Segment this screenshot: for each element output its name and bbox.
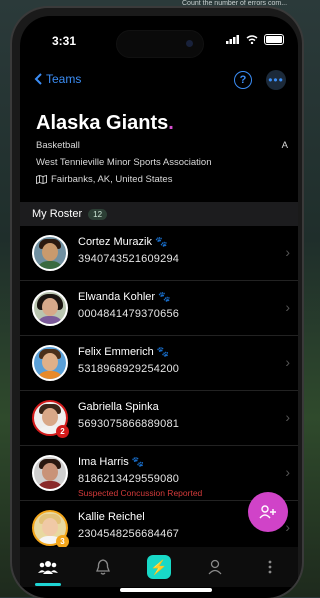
dynamic-island bbox=[116, 30, 204, 58]
signal-icon bbox=[226, 35, 239, 44]
more-tab[interactable] bbox=[255, 552, 285, 582]
avatar bbox=[32, 290, 68, 326]
app-screen: 3:31 Teams ? ••• Alaska Giants. Basketba… bbox=[20, 16, 298, 598]
status-icons bbox=[226, 34, 284, 45]
player-id: 5693075866889081 bbox=[78, 418, 180, 430]
team-sport: Basketball bbox=[36, 140, 80, 151]
camera-icon bbox=[186, 40, 193, 47]
action-tab[interactable]: ⚡ bbox=[144, 552, 174, 582]
avatar bbox=[32, 455, 68, 491]
team-title: Alaska Giants. bbox=[36, 112, 174, 135]
player-row[interactable]: Ima Harris 🐾 8186213429559080 Suspected C… bbox=[20, 446, 298, 501]
roster-header: My Roster 12 bbox=[20, 202, 298, 226]
battery-icon bbox=[264, 34, 284, 45]
team-association: West Tennieville Minor Sports Associatio… bbox=[36, 157, 212, 168]
team-location-text: Fairbanks, AK, United States bbox=[51, 174, 173, 185]
avatar bbox=[32, 235, 68, 271]
title-dot: . bbox=[168, 112, 174, 134]
team-name-text: Alaska Giants bbox=[36, 112, 169, 134]
team-location: Fairbanks, AK, United States bbox=[36, 174, 172, 185]
player-row[interactable]: Cortez Murazik 🐾 3940743521609294 › bbox=[20, 226, 298, 281]
player-id: 3940743521609294 bbox=[78, 253, 180, 265]
player-name: Gabriella Spinka bbox=[78, 401, 159, 413]
roster-title: My Roster bbox=[32, 208, 83, 220]
phone-frame: 3:31 Teams ? ••• Alaska Giants. Basketba… bbox=[12, 8, 302, 598]
player-name-text: Felix Emmerich bbox=[78, 346, 154, 358]
tab-bar: ⚡ bbox=[20, 547, 298, 587]
paw-icon: 🐾 bbox=[158, 291, 171, 303]
chevron-right-icon: › bbox=[285, 244, 290, 260]
team-tab[interactable] bbox=[33, 552, 63, 586]
player-row[interactable]: Felix Emmerich 🐾 5318968929254200 › bbox=[20, 336, 298, 391]
player-name-text: Ima Harris bbox=[78, 456, 129, 468]
nav-bar: Teams ? ••• bbox=[20, 70, 298, 94]
status-time: 3:31 bbox=[52, 34, 77, 48]
player-name: Cortez Murazik 🐾 bbox=[78, 236, 167, 248]
chevron-right-icon: › bbox=[285, 519, 290, 535]
chevron-right-icon: › bbox=[285, 299, 290, 315]
wifi-icon bbox=[246, 35, 258, 44]
player-name-text: Cortez Murazik bbox=[78, 236, 152, 248]
people-icon bbox=[37, 561, 58, 574]
player-name: Elwanda Kohler 🐾 bbox=[78, 291, 171, 303]
player-id: 0004841479370656 bbox=[78, 308, 180, 320]
back-button[interactable]: Teams bbox=[34, 72, 81, 86]
player-name-text: Gabriella Spinka bbox=[78, 401, 159, 413]
status-badge: 2 bbox=[56, 425, 69, 438]
player-name-text: Elwanda Kohler bbox=[78, 291, 156, 303]
player-row[interactable]: Elwanda Kohler 🐾 0004841479370656 › bbox=[20, 281, 298, 336]
paw-icon: 🐾 bbox=[131, 456, 145, 468]
player-name: Kallie Reichel bbox=[78, 511, 145, 523]
player-id: 8186213429559080 bbox=[78, 473, 180, 485]
home-indicator bbox=[120, 588, 212, 592]
vertical-ellipsis-icon bbox=[268, 560, 272, 574]
chevron-right-icon: › bbox=[285, 409, 290, 425]
lightning-icon: ⚡ bbox=[146, 555, 171, 579]
roster-count-badge: 12 bbox=[88, 208, 108, 220]
paw-icon: 🐾 bbox=[154, 236, 168, 248]
ellipsis-icon[interactable]: ••• bbox=[266, 70, 286, 90]
player-name: Ima Harris 🐾 bbox=[78, 456, 144, 468]
notifications-tab[interactable] bbox=[88, 552, 118, 582]
chevron-right-icon: › bbox=[285, 354, 290, 370]
map-icon bbox=[36, 175, 47, 184]
back-label: Teams bbox=[46, 72, 82, 86]
profile-tab[interactable] bbox=[200, 552, 230, 582]
chevron-right-icon: › bbox=[285, 464, 290, 480]
concussion-warning: Suspected Concussion Reported bbox=[78, 488, 203, 498]
avatar bbox=[32, 345, 68, 381]
player-name-text: Kallie Reichel bbox=[78, 511, 145, 523]
paw-icon: 🐾 bbox=[156, 346, 170, 358]
player-id: 2304548256684467 bbox=[78, 528, 180, 540]
player-row[interactable]: 2 Gabriella Spinka 5693075866889081 › bbox=[20, 391, 298, 446]
person-icon bbox=[208, 559, 222, 575]
bell-icon bbox=[96, 559, 111, 575]
team-sport-right: A bbox=[281, 140, 288, 151]
player-id: 5318968929254200 bbox=[78, 363, 180, 375]
add-person-icon bbox=[259, 505, 276, 519]
question-circle-icon[interactable]: ? bbox=[234, 71, 252, 89]
chevron-left-icon bbox=[34, 73, 42, 85]
add-player-button[interactable] bbox=[248, 492, 288, 532]
player-name: Felix Emmerich 🐾 bbox=[78, 346, 169, 358]
